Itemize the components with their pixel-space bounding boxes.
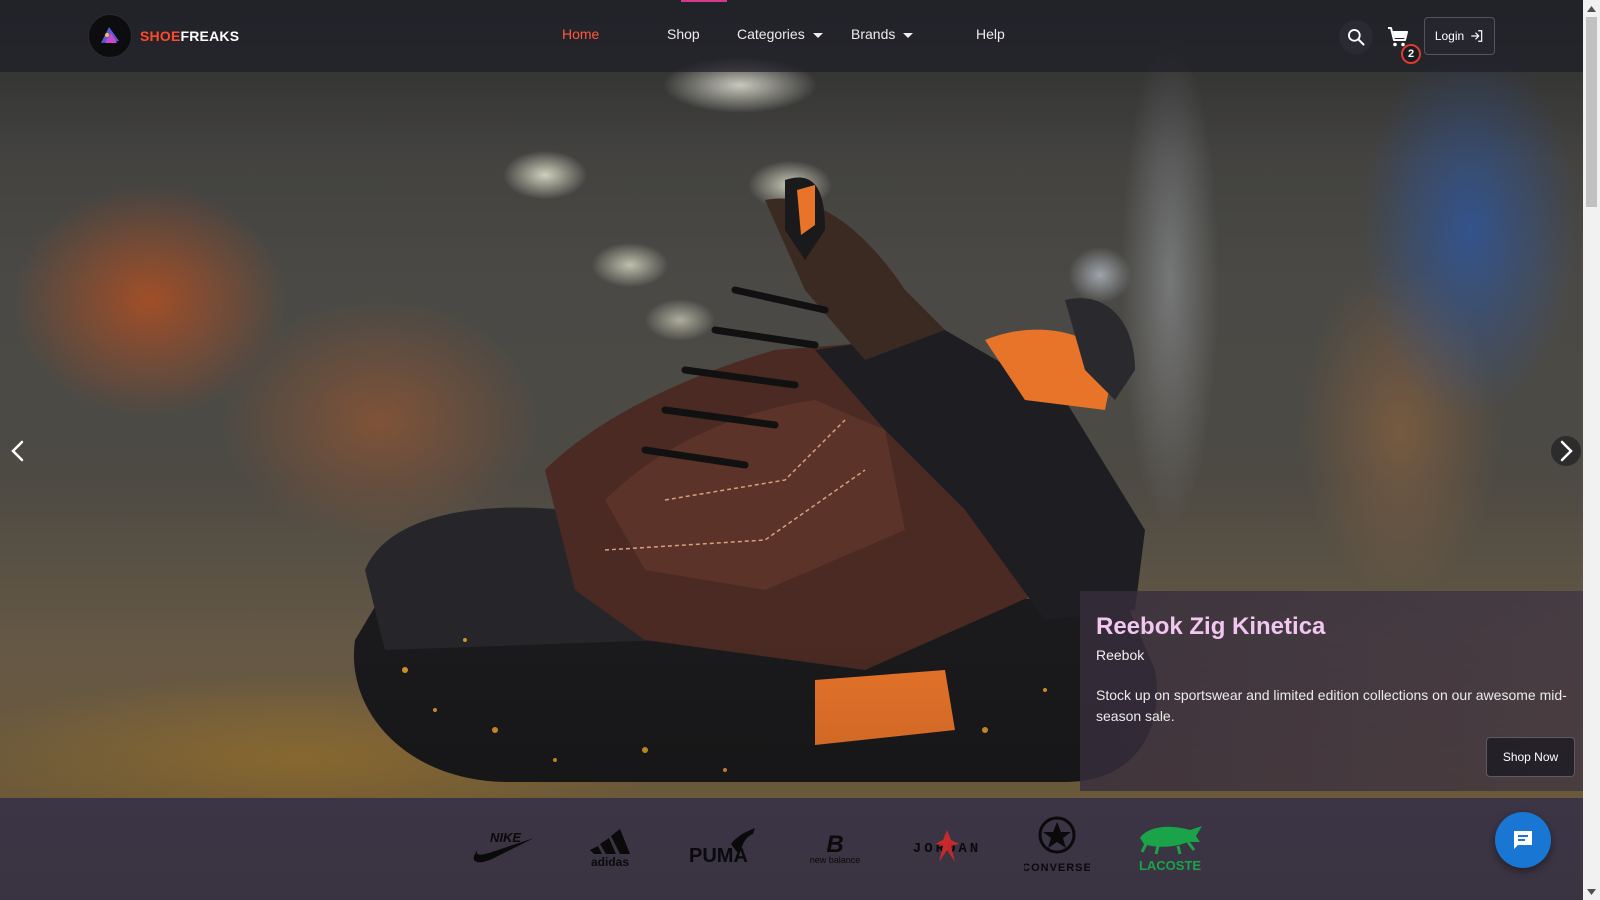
chat-button[interactable] xyxy=(1495,812,1551,868)
brand-logo-converse-text: CONVERSE xyxy=(1024,862,1090,874)
slide-caption: Reebok Zig Kinetica Reebok Stock up on s… xyxy=(1080,591,1583,791)
chat-icon xyxy=(1514,831,1532,849)
brand-logo-nike[interactable]: NIKE xyxy=(468,810,538,882)
login-label: Login xyxy=(1434,29,1465,43)
slide-brand: Reebok xyxy=(1096,647,1145,663)
site-logo[interactable]: SHOEFREAKS xyxy=(88,14,239,58)
brand-logo-adidas-text: adidas xyxy=(591,855,629,868)
brand-logo-nike-text: NIKE xyxy=(490,830,521,845)
carousel-next-button[interactable] xyxy=(1551,436,1581,466)
top-navbar: SHOEFREAKS Home Shop Categories Brands H… xyxy=(0,0,1583,72)
nav-home[interactable]: Home xyxy=(562,26,599,42)
brand-logo-new-balance[interactable]: B new balance xyxy=(800,810,870,882)
scroll-up-arrow[interactable] xyxy=(1583,0,1600,17)
scroll-down-arrow[interactable] xyxy=(1583,883,1600,900)
chevron-down-icon xyxy=(812,32,823,38)
brand-logo-converse[interactable]: CONVERSE xyxy=(1022,810,1092,882)
brand-logo-puma[interactable]: PUMA xyxy=(686,810,758,882)
page-scrollbar[interactable] xyxy=(1583,0,1600,900)
scrollbar-thumb[interactable] xyxy=(1586,17,1597,207)
search-button[interactable] xyxy=(1339,20,1373,54)
chevron-down-icon xyxy=(903,32,914,38)
nav-active-indicator xyxy=(681,0,727,2)
cart-count-badge: 2 xyxy=(1401,44,1421,64)
brand-logo-adidas[interactable]: adidas xyxy=(580,810,640,882)
logo-emblem xyxy=(88,14,132,58)
logo-wordmark: SHOEFREAKS xyxy=(140,28,239,44)
slide-description: Stock up on sportswear and limited editi… xyxy=(1096,687,1567,724)
logo-wordmark-part2: FREAKS xyxy=(180,28,240,44)
svg-text:B: B xyxy=(826,831,843,858)
login-icon xyxy=(1471,30,1483,42)
chevron-right-icon xyxy=(1560,440,1573,462)
brand-logo-strip: NIKE adidas PUMA B new balance JORDAN xyxy=(0,798,1583,900)
brand-logo-lacoste[interactable]: LACOSTE xyxy=(1132,810,1208,882)
nav-brands[interactable]: Brands xyxy=(851,26,914,42)
nav-help[interactable]: Help xyxy=(976,26,1005,42)
shop-now-button[interactable]: Shop Now xyxy=(1486,737,1575,777)
slide-title: Reebok Zig Kinetica xyxy=(1096,613,1326,640)
nav-categories-label: Categories xyxy=(737,26,805,42)
brand-logo-new-balance-text: new balance xyxy=(810,855,861,865)
brand-logo-lacoste-text: LACOSTE xyxy=(1139,858,1201,873)
login-button[interactable]: Login xyxy=(1424,17,1495,55)
search-icon xyxy=(1348,29,1365,46)
chevron-left-icon xyxy=(11,440,24,462)
brand-logo-jordan[interactable]: JORDAN xyxy=(912,810,982,882)
logo-wordmark-part1: SHOE xyxy=(140,28,181,44)
nav-brands-label: Brands xyxy=(851,26,896,42)
nav-categories[interactable]: Categories xyxy=(737,26,823,42)
nav-shop[interactable]: Shop xyxy=(667,26,700,42)
carousel-prev-button[interactable] xyxy=(3,436,33,466)
